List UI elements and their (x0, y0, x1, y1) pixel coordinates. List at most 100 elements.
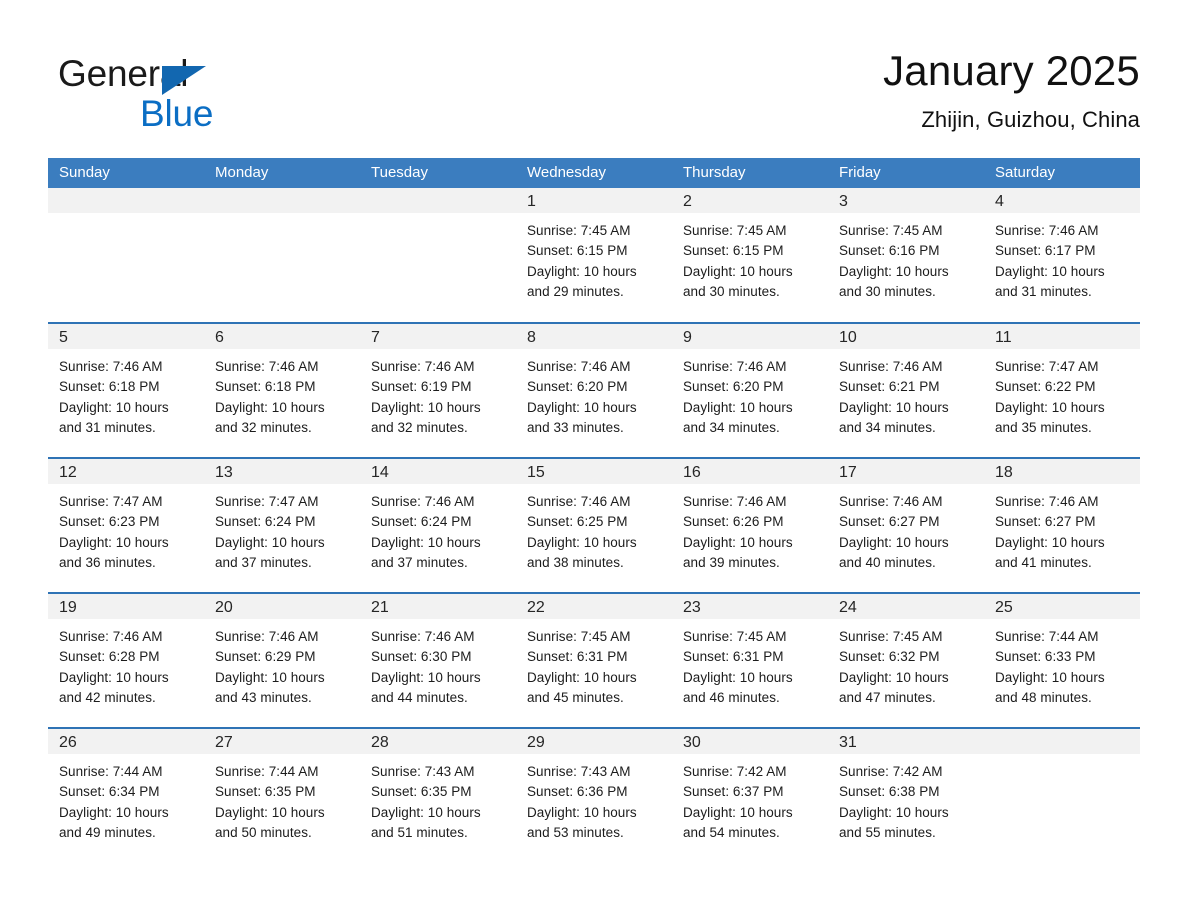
sunset-line: Sunset: 6:19 PM (371, 379, 472, 395)
daylight-line-2: and 43 minutes. (215, 689, 312, 705)
day-cell[interactable]: 26 Sunrise: 7:44 AM Sunset: 6:34 PM Dayligh… (48, 727, 204, 863)
day-cell[interactable]: 25 Sunrise: 7:44 AM Sunset: 6:33 PM Dayligh… (984, 592, 1140, 728)
sunset-line: Sunset: 6:16 PM (839, 243, 940, 259)
daylight-line-2: and 31 minutes. (59, 419, 156, 435)
sunrise-line: Sunrise: 7:47 AM (995, 359, 1099, 374)
day-cell[interactable]: 23 Sunrise: 7:45 AM Sunset: 6:31 PM Dayligh… (672, 592, 828, 728)
day-details: Sunrise: 7:46 AM Sunset: 6:30 PM Daylight:… (360, 619, 516, 708)
day-details: Sunrise: 7:46 AM Sunset: 6:27 PM Daylight:… (984, 484, 1140, 573)
daylight-line-1: Daylight: 10 hours (59, 669, 169, 685)
day-cell[interactable]: 6 Sunrise: 7:46 AM Sunset: 6:18 PM Daylight… (204, 322, 360, 458)
day-cell[interactable]: 17 Sunrise: 7:46 AM Sunset: 6:27 PM Dayligh… (828, 457, 984, 593)
day-cell[interactable]: 21 Sunrise: 7:46 AM Sunset: 6:30 PM Dayligh… (360, 592, 516, 728)
day-cell[interactable]: 24 Sunrise: 7:45 AM Sunset: 6:32 PM Dayligh… (828, 592, 984, 728)
day-number (204, 188, 360, 213)
day-cell[interactable]: 7 Sunrise: 7:46 AM Sunset: 6:19 PM Daylight… (360, 322, 516, 458)
daylight-line-2: and 55 minutes. (839, 824, 936, 840)
day-cell[interactable]: 14 Sunrise: 7:46 AM Sunset: 6:24 PM Dayligh… (360, 457, 516, 593)
day-cell[interactable]: 20 Sunrise: 7:46 AM Sunset: 6:29 PM Dayligh… (204, 592, 360, 728)
day-cell[interactable] (48, 188, 204, 323)
daylight-line-2: and 34 minutes. (683, 419, 780, 435)
sunrise-line: Sunrise: 7:45 AM (683, 223, 787, 238)
day-cell[interactable]: 30 Sunrise: 7:42 AM Sunset: 6:37 PM Dayligh… (672, 727, 828, 863)
title-block: January 2025 Zhijin, Guizhou, China (883, 44, 1140, 136)
day-number: 22 (516, 594, 672, 619)
day-details: Sunrise: 7:46 AM Sunset: 6:24 PM Daylight:… (360, 484, 516, 573)
day-details: Sunrise: 7:47 AM Sunset: 6:22 PM Daylight:… (984, 349, 1140, 438)
day-cell[interactable]: 31 Sunrise: 7:42 AM Sunset: 6:38 PM Dayligh… (828, 727, 984, 863)
day-number: 18 (984, 459, 1140, 484)
daylight-line-1: Daylight: 10 hours (59, 534, 169, 550)
sunset-line: Sunset: 6:21 PM (839, 379, 940, 395)
sunset-line: Sunset: 6:35 PM (371, 784, 472, 800)
weekday-header-row: Sunday Monday Tuesday Wednesday Thursday… (48, 158, 1140, 188)
day-details: Sunrise: 7:46 AM Sunset: 6:29 PM Daylight:… (204, 619, 360, 708)
daylight-line-1: Daylight: 10 hours (215, 534, 325, 550)
daylight-line-1: Daylight: 10 hours (527, 669, 637, 685)
daylight-line-1: Daylight: 10 hours (839, 263, 949, 279)
daylight-line-1: Daylight: 10 hours (215, 804, 325, 820)
day-cell[interactable]: 27 Sunrise: 7:44 AM Sunset: 6:35 PM Dayligh… (204, 727, 360, 863)
day-details: Sunrise: 7:44 AM Sunset: 6:33 PM Daylight:… (984, 619, 1140, 708)
day-cell[interactable]: 5 Sunrise: 7:46 AM Sunset: 6:18 PM Daylight… (48, 322, 204, 458)
page-title: January 2025 (883, 47, 1140, 94)
day-cell[interactable]: 15 Sunrise: 7:46 AM Sunset: 6:25 PM Dayligh… (516, 457, 672, 593)
day-number: 13 (204, 459, 360, 484)
sunset-line: Sunset: 6:37 PM (683, 784, 784, 800)
day-cell[interactable]: 29 Sunrise: 7:43 AM Sunset: 6:36 PM Dayligh… (516, 727, 672, 863)
day-details: Sunrise: 7:46 AM Sunset: 6:26 PM Daylight:… (672, 484, 828, 573)
day-cell[interactable]: 9 Sunrise: 7:46 AM Sunset: 6:20 PM Daylight… (672, 322, 828, 458)
day-cell[interactable] (204, 188, 360, 323)
day-cell[interactable]: 18 Sunrise: 7:46 AM Sunset: 6:27 PM Dayligh… (984, 457, 1140, 593)
sunrise-line: Sunrise: 7:45 AM (683, 629, 787, 644)
sunrise-line: Sunrise: 7:46 AM (683, 359, 787, 374)
day-cell[interactable]: 1 Sunrise: 7:45 AM Sunset: 6:15 PM Daylight… (516, 188, 672, 323)
general-blue-logo[interactable]: General Blue (58, 52, 318, 138)
sunrise-line: Sunrise: 7:46 AM (683, 494, 787, 509)
day-details: Sunrise: 7:43 AM Sunset: 6:35 PM Daylight:… (360, 754, 516, 843)
daylight-line-2: and 47 minutes. (839, 689, 936, 705)
day-number: 17 (828, 459, 984, 484)
day-number (360, 188, 516, 213)
day-cell[interactable]: 28 Sunrise: 7:43 AM Sunset: 6:35 PM Dayligh… (360, 727, 516, 863)
daylight-line-1: Daylight: 10 hours (215, 399, 325, 415)
daylight-line-2: and 42 minutes. (59, 689, 156, 705)
daylight-line-1: Daylight: 10 hours (59, 804, 169, 820)
day-number: 14 (360, 459, 516, 484)
sunrise-line: Sunrise: 7:44 AM (995, 629, 1099, 644)
weekday-header-saturday: Saturday (984, 158, 1140, 188)
sunrise-line: Sunrise: 7:46 AM (59, 359, 163, 374)
sunrise-line: Sunrise: 7:44 AM (215, 764, 319, 779)
daylight-line-1: Daylight: 10 hours (527, 399, 637, 415)
sunset-line: Sunset: 6:24 PM (215, 514, 316, 530)
day-cell[interactable]: 22 Sunrise: 7:45 AM Sunset: 6:31 PM Dayligh… (516, 592, 672, 728)
daylight-line-2: and 38 minutes. (527, 554, 624, 570)
daylight-line-2: and 49 minutes. (59, 824, 156, 840)
day-number: 25 (984, 594, 1140, 619)
day-cell[interactable] (984, 727, 1140, 863)
day-cell[interactable] (360, 188, 516, 323)
sunset-line: Sunset: 6:20 PM (527, 379, 628, 395)
day-cell[interactable]: 12 Sunrise: 7:47 AM Sunset: 6:23 PM Dayligh… (48, 457, 204, 593)
day-number: 19 (48, 594, 204, 619)
day-cell[interactable]: 4 Sunrise: 7:46 AM Sunset: 6:17 PM Daylight… (984, 188, 1140, 323)
daylight-line-2: and 39 minutes. (683, 554, 780, 570)
day-cell[interactable]: 19 Sunrise: 7:46 AM Sunset: 6:28 PM Dayligh… (48, 592, 204, 728)
day-cell[interactable]: 3 Sunrise: 7:45 AM Sunset: 6:16 PM Daylight… (828, 188, 984, 323)
weekday-header-sunday: Sunday (48, 158, 204, 188)
week-row: 12 Sunrise: 7:47 AM Sunset: 6:23 PM Dayligh… (48, 457, 1140, 593)
daylight-line-2: and 54 minutes. (683, 824, 780, 840)
day-cell[interactable]: 13 Sunrise: 7:47 AM Sunset: 6:24 PM Dayligh… (204, 457, 360, 593)
sunrise-line: Sunrise: 7:42 AM (683, 764, 787, 779)
sunset-line: Sunset: 6:35 PM (215, 784, 316, 800)
day-cell[interactable]: 16 Sunrise: 7:46 AM Sunset: 6:26 PM Dayligh… (672, 457, 828, 593)
day-cell[interactable]: 10 Sunrise: 7:46 AM Sunset: 6:21 PM Dayligh… (828, 322, 984, 458)
calendar-page: General Blue January 2025 Zhijin, Guizho… (0, 0, 1188, 918)
daylight-line-1: Daylight: 10 hours (995, 534, 1105, 550)
day-cell[interactable]: 2 Sunrise: 7:45 AM Sunset: 6:15 PM Daylight… (672, 188, 828, 323)
day-cell[interactable]: 11 Sunrise: 7:47 AM Sunset: 6:22 PM Dayligh… (984, 322, 1140, 458)
day-details: Sunrise: 7:46 AM Sunset: 6:28 PM Daylight:… (48, 619, 204, 708)
day-cell[interactable]: 8 Sunrise: 7:46 AM Sunset: 6:20 PM Daylight… (516, 322, 672, 458)
daylight-line-1: Daylight: 10 hours (527, 534, 637, 550)
sunset-line: Sunset: 6:28 PM (59, 649, 160, 665)
